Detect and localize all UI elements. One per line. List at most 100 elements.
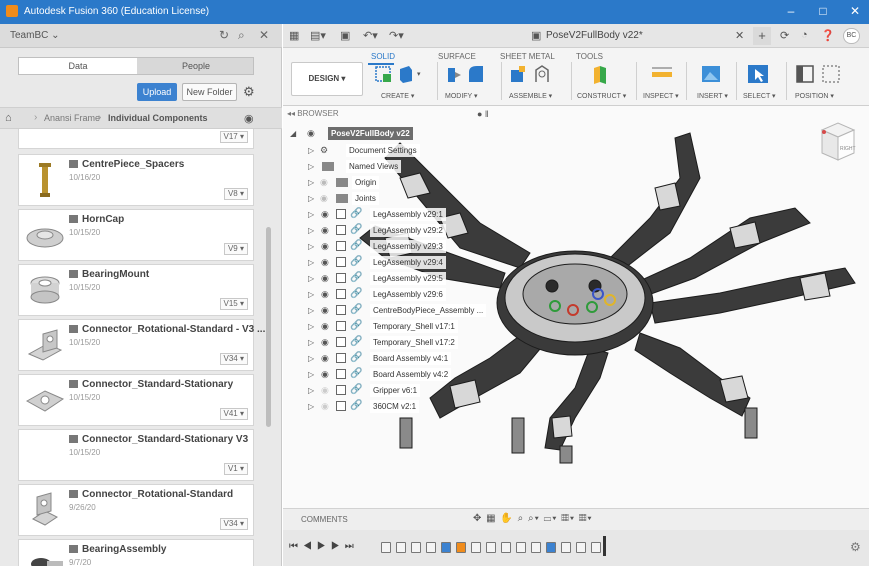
tab-tools[interactable]: TOOLS [576,52,603,61]
file-card[interactable]: Connector_Rotational-Standard - V3 ... 1… [18,319,265,371]
visibility-eye-icon[interactable]: ◉ [321,337,329,348]
redo-icon[interactable]: ↷▾ [389,29,404,42]
refresh-icon[interactable]: ↻ [219,28,229,42]
version-dropdown[interactable]: V17 ▾ [219,131,248,143]
timeline-feature[interactable] [381,542,391,553]
timeline-feature[interactable] [486,542,496,553]
visibility-eye-icon[interactable]: ◉ [321,273,329,284]
assemble-menu[interactable]: ASSEMBLE ▾ [509,92,552,100]
timeline-feature[interactable] [411,542,421,553]
viewports-icon[interactable]: ▦▾ [579,513,593,524]
timeline-feature[interactable] [471,542,481,553]
file-card[interactable]: Connector_Standard-Stationary 10/15/20 V… [18,374,254,426]
version-dropdown[interactable]: V41 ▾ [219,408,248,420]
expand-icon[interactable]: ▷ [308,290,314,299]
expand-icon[interactable]: ▷ [308,306,314,315]
tree-node[interactable]: ▷ Named Views [290,159,490,175]
job-status-icon[interactable]: ◔ [801,29,808,41]
step-back-icon[interactable]: ◀ [303,541,317,552]
tree-node-component[interactable]: ▷ ◉ 🔗 CentreBodyPiece_Assembly ... [290,303,490,319]
visibility-eye-icon[interactable]: ◉ [321,209,329,220]
visibility-eye-icon[interactable]: ◉ [320,177,328,188]
expand-icon[interactable]: ▷ [308,146,314,155]
fit-icon[interactable]: ⌕▾ [528,513,540,524]
visibility-eye-icon[interactable]: ◉ [321,369,329,380]
display-settings-icon[interactable]: ▭▾ [544,513,558,524]
expand-icon[interactable]: ▷ [308,338,314,347]
version-dropdown[interactable]: V8 ▾ [223,188,248,200]
close-tab-icon[interactable]: ✕ [735,29,744,42]
help-icon[interactable]: ❓ [821,29,835,42]
expand-icon[interactable]: ▷ [308,274,314,283]
new-component-icon[interactable] [509,64,527,84]
undo-icon[interactable]: ↶▾ [363,29,378,42]
tree-node-component[interactable]: ▷ ◉ 🔗 Board Assembly v4:1 [290,351,490,367]
expand-icon[interactable]: ▷ [308,242,314,251]
visibility-eye-icon[interactable]: ◉ [321,401,329,412]
timeline-feature[interactable] [441,542,451,553]
insert-menu[interactable]: INSERT ▾ [697,92,728,100]
file-list-scrollbar[interactable] [266,227,271,427]
tab-surface[interactable]: SURFACE [438,52,476,61]
version-dropdown[interactable]: V1 ▾ [223,463,248,475]
inspect-group[interactable]: INSPECT ▾ [641,64,681,102]
expand-icon[interactable]: ▷ [308,210,314,219]
tree-node-component[interactable]: ▷ ◉ 🔗 360CM v2:1 [290,399,490,415]
select-icon[interactable] [747,64,769,84]
insert-group[interactable]: INSERT ▾ [691,64,731,102]
timeline-feature[interactable] [396,542,406,553]
timeline-settings-gear-icon[interactable]: ⚙ [850,540,861,554]
tree-node-component[interactable]: ▷ ◉ 🔗 Gripper v6:1 [290,383,490,399]
go-to-start-icon[interactable]: ⏮ [289,541,303,552]
file-card[interactable]: HornCap 10/15/20 V9 ▾ [18,209,254,261]
tree-node-component[interactable]: ▷ ◉ 🔗 LegAssembly v29:6 [290,287,490,303]
tree-node[interactable]: ▷ ◉ Origin [290,175,490,191]
file-card[interactable]: Connector_Rotational-Standard 9/26/20 V3… [18,484,254,536]
collapse-icon[interactable]: ◢ [290,129,296,138]
version-dropdown[interactable]: V9 ▾ [223,243,248,255]
tree-node-component[interactable]: ▷ ◉ 🔗 Temporary_Shell v17:2 [290,335,490,351]
file-card[interactable]: CentrePiece_Spacers 10/16/20 V8 ▾ [18,154,254,206]
tree-node[interactable]: ▷ ◉ Joints [290,191,490,207]
timeline-feature[interactable] [561,542,571,553]
expand-icon[interactable]: ▷ [308,194,314,203]
position-menu[interactable]: POSITION ▾ [795,92,834,100]
fillet-icon[interactable] [467,64,485,84]
visibility-eye-icon[interactable]: ◉ [320,193,328,204]
tab-people[interactable]: People [137,58,255,74]
visibility-eye-icon[interactable]: ◉ [307,128,315,139]
save-icon[interactable]: ▣ [340,29,350,42]
inspect-menu[interactable]: INSPECT ▾ [643,92,679,100]
measure-icon[interactable] [651,64,673,84]
new-tab-button[interactable]: + [753,27,771,45]
close-window-button[interactable]: ✕ [845,3,865,19]
tree-root-node[interactable]: ◢ ◉ PoseV2FullBody v22 [290,126,490,142]
press-pull-icon[interactable] [445,64,463,84]
construct-menu[interactable]: CONSTRUCT ▾ [577,92,626,100]
pin-icon[interactable]: ◉ [244,112,254,125]
assemble-group[interactable]: ASSEMBLE ▾ [507,64,567,102]
timeline-feature[interactable] [576,542,586,553]
select-menu[interactable]: SELECT ▾ [743,92,776,100]
viewcube[interactable]: RIGHT [818,120,858,166]
look-at-icon[interactable]: ▦ [486,513,496,524]
visibility-eye-icon[interactable]: ◉ [321,225,329,236]
insert-image-icon[interactable] [701,64,721,84]
browser-options-icon[interactable]: ● ‖ [477,109,489,119]
tree-node-component[interactable]: ▷ ◉ 🔗 LegAssembly v29:5 [290,271,490,287]
file-card[interactable]: BearingAssembly 9/7/20 [18,539,254,566]
home-icon[interactable]: ⌂ [5,112,12,124]
tree-node-component[interactable]: ▷ ◉ 🔗 LegAssembly v29:4 [290,255,490,271]
step-forward-icon[interactable]: ▶ [331,541,345,552]
expand-icon[interactable]: ▷ [308,226,314,235]
grid-menu-icon[interactable]: ▦ [289,29,299,42]
file-card[interactable]: BearingMount 10/15/20 V15 ▾ [18,264,254,316]
tree-node-component[interactable]: ▷ ◉ 🔗 LegAssembly v29:2 [290,223,490,239]
timeline-feature[interactable] [501,542,511,553]
more-icon[interactable]: ▾ [417,70,435,90]
orbit-icon[interactable]: ✥ [473,513,482,524]
version-dropdown[interactable]: V34 ▾ [219,518,248,530]
timeline-feature[interactable] [546,542,556,553]
play-icon[interactable]: ▶ [317,541,331,552]
tab-sheet-metal[interactable]: SHEET METAL [500,52,555,61]
